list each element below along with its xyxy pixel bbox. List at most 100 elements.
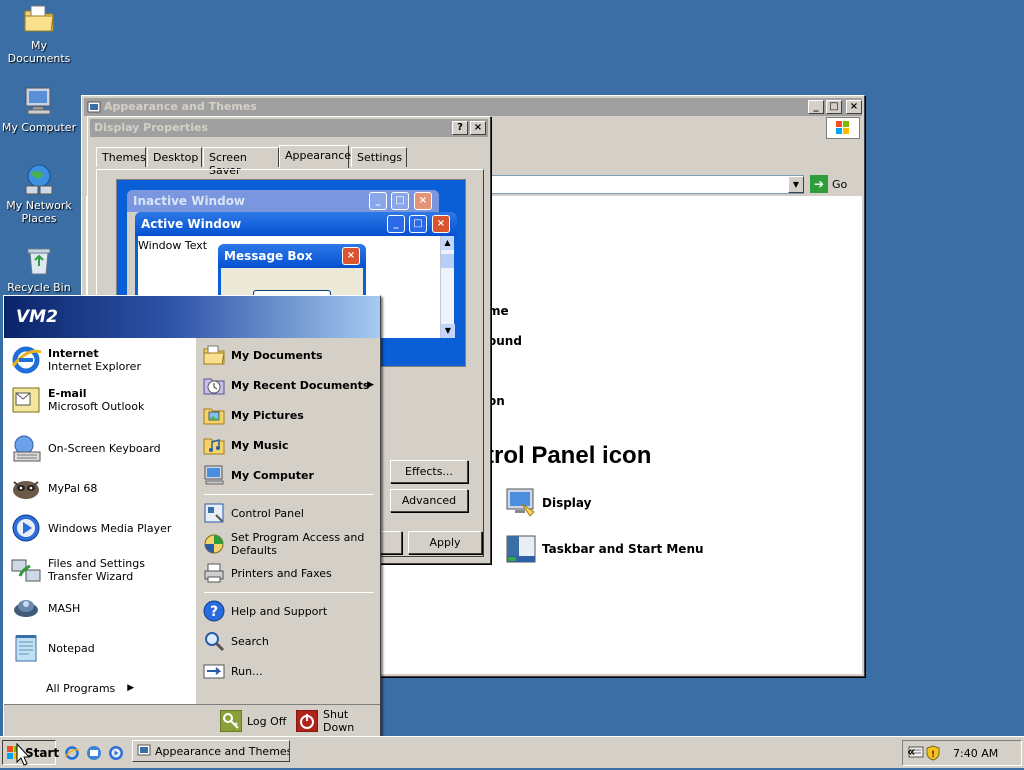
go-button[interactable]: ➔ Go <box>810 174 854 194</box>
recent-program[interactable]: MASH <box>10 590 192 626</box>
taskbar-start-menu-cp-icon[interactable]: Taskbar and Start Menu <box>504 532 704 566</box>
system-tray: « ! 7:40 AM <box>902 740 1022 766</box>
close-button[interactable]: × <box>846 100 862 114</box>
preview-window-text: Window Text <box>138 239 208 252</box>
dialog-titlebar[interactable]: Display Properties <box>90 119 488 137</box>
pinned-internet[interactable]: Internet Internet Explorer <box>10 342 192 378</box>
recent-program[interactable]: Windows Media Player <box>10 510 192 546</box>
recent-documents-icon <box>202 373 226 397</box>
address-dropdown-button[interactable]: ▼ <box>788 176 804 193</box>
apply-button[interactable]: Apply <box>408 531 482 554</box>
search-item[interactable]: Search <box>202 628 376 654</box>
media-player-icon <box>10 512 42 544</box>
tab-strip: Themes Desktop Screen Saver Appearance S… <box>96 145 486 177</box>
recent-program-label: Windows Media Player <box>48 521 172 535</box>
submenu-arrow-icon: ▶ <box>367 380 374 390</box>
help-button[interactable]: ? <box>452 121 468 135</box>
preview-close-icon: × <box>342 247 360 265</box>
control-panel-icon <box>202 501 226 525</box>
advanced-button[interactable]: Advanced <box>390 489 468 512</box>
desktop-icon-my-computer[interactable]: My Computer <box>0 84 78 134</box>
preview-minimize-icon: _ <box>369 192 387 210</box>
program-access-icon <box>202 532 226 556</box>
quick-launch <box>62 742 128 764</box>
run-label: Run... <box>231 664 263 678</box>
places-item[interactable]: My Computer <box>202 462 376 488</box>
svg-text:?: ? <box>210 604 218 620</box>
address-combobox[interactable] <box>482 175 804 194</box>
taskbar-task-button[interactable]: Appearance and Themes <box>132 740 290 762</box>
desktop-icon-my-documents[interactable]: My Documents <box>0 2 78 65</box>
desktop-icon-label: My Documents <box>7 39 71 65</box>
internet-explorer-icon[interactable] <box>64 745 80 761</box>
mouse-cursor-icon <box>16 742 31 767</box>
places-item[interactable]: My Recent Documents ▶ <box>202 372 376 398</box>
maximize-button[interactable]: □ <box>826 100 842 114</box>
help-item[interactable]: ? Help and Support <box>202 598 376 624</box>
tab-themes[interactable]: Themes <box>96 147 146 167</box>
recent-program[interactable]: Notepad <box>10 630 192 666</box>
transfer-wizard-icon <box>10 554 42 586</box>
preview-maximize-icon: □ <box>409 215 427 233</box>
pinned-separator <box>12 424 190 425</box>
effects-button[interactable]: Effects... <box>390 460 468 483</box>
places-label: My Recent Documents <box>231 378 370 392</box>
system-label: Control Panel <box>231 506 304 520</box>
display-cp-icon[interactable]: Display <box>504 486 591 520</box>
desktop-icon-label: Recycle Bin <box>7 281 71 294</box>
system-item[interactable]: Printers and Faxes <box>202 560 376 586</box>
right-separator <box>204 494 374 495</box>
tray-expand-button[interactable]: « <box>907 745 915 760</box>
tab-desktop[interactable]: Desktop <box>147 147 202 167</box>
my-music-icon <box>202 433 226 457</box>
go-arrow-icon: ➔ <box>810 175 828 193</box>
search-label: Search <box>231 634 269 648</box>
log-off-label: Log Off <box>247 714 287 728</box>
close-button[interactable]: × <box>470 121 486 135</box>
minimize-button[interactable]: _ <box>808 100 824 114</box>
clock[interactable]: 7:40 AM <box>953 747 998 760</box>
desktop-icon-recycle-bin[interactable]: Recycle Bin <box>0 244 78 294</box>
recent-program[interactable]: Files and Settings Transfer Wizard <box>10 550 192 590</box>
pinned-title: Internet <box>48 347 99 360</box>
internet-explorer-icon <box>10 344 42 376</box>
network-icon <box>22 162 56 196</box>
system-item[interactable]: Set Program Access and Defaults <box>202 528 376 560</box>
desktop-icon-label: My Computer <box>1 121 77 134</box>
search-icon <box>202 629 226 653</box>
svg-text:!: ! <box>931 750 935 760</box>
media-player-icon[interactable] <box>108 745 124 761</box>
places-item[interactable]: My Pictures <box>202 402 376 428</box>
computer-icon <box>22 84 56 118</box>
pinned-subtitle: Internet Explorer <box>48 360 141 373</box>
dialog-title: Display Properties <box>94 121 209 134</box>
recent-program[interactable]: On-Screen Keyboard <box>10 430 192 466</box>
places-item[interactable]: My Music <box>202 432 376 458</box>
run-item[interactable]: Run... <box>202 658 376 684</box>
tab-settings[interactable]: Settings <box>351 147 407 167</box>
tab-screen-saver[interactable]: Screen Saver <box>203 147 279 177</box>
outlook-express-icon[interactable] <box>86 745 102 761</box>
log-off-button[interactable]: Log Off <box>219 709 287 733</box>
start-menu-right-pane: My Documents My Recent Documents ▶ My Pi… <box>198 338 380 704</box>
system-label: Set Program Access and Defaults <box>231 531 365 557</box>
desktop-icon-my-network-places[interactable]: My Network Places <box>0 162 78 225</box>
tab-appearance[interactable]: Appearance <box>279 145 351 168</box>
pinned-email[interactable]: E-mail Microsoft Outlook <box>10 382 192 418</box>
mypal-raccoon-icon <box>10 472 42 504</box>
all-programs-button[interactable]: All Programs ▶ <box>46 680 146 696</box>
windows-logo-icon <box>826 117 860 139</box>
help-label: Help and Support <box>231 604 328 618</box>
preview-maximize-icon: □ <box>391 192 409 210</box>
recent-program[interactable]: MyPal 68 <box>10 470 192 506</box>
recent-program-label: MyPal 68 <box>48 481 98 495</box>
shut-down-button[interactable]: Shut Down <box>295 708 380 734</box>
places-item[interactable]: My Documents <box>202 342 376 368</box>
window-titlebar[interactable]: Appearance and Themes <box>84 98 862 116</box>
partial-task-item[interactable]: ound <box>488 334 522 348</box>
security-shield-icon[interactable]: ! <box>925 745 941 761</box>
partial-task-item[interactable]: me <box>488 304 509 318</box>
all-programs-separator <box>12 670 190 671</box>
desktop-icon-label: My Network Places <box>6 199 72 225</box>
system-item[interactable]: Control Panel <box>202 500 376 526</box>
